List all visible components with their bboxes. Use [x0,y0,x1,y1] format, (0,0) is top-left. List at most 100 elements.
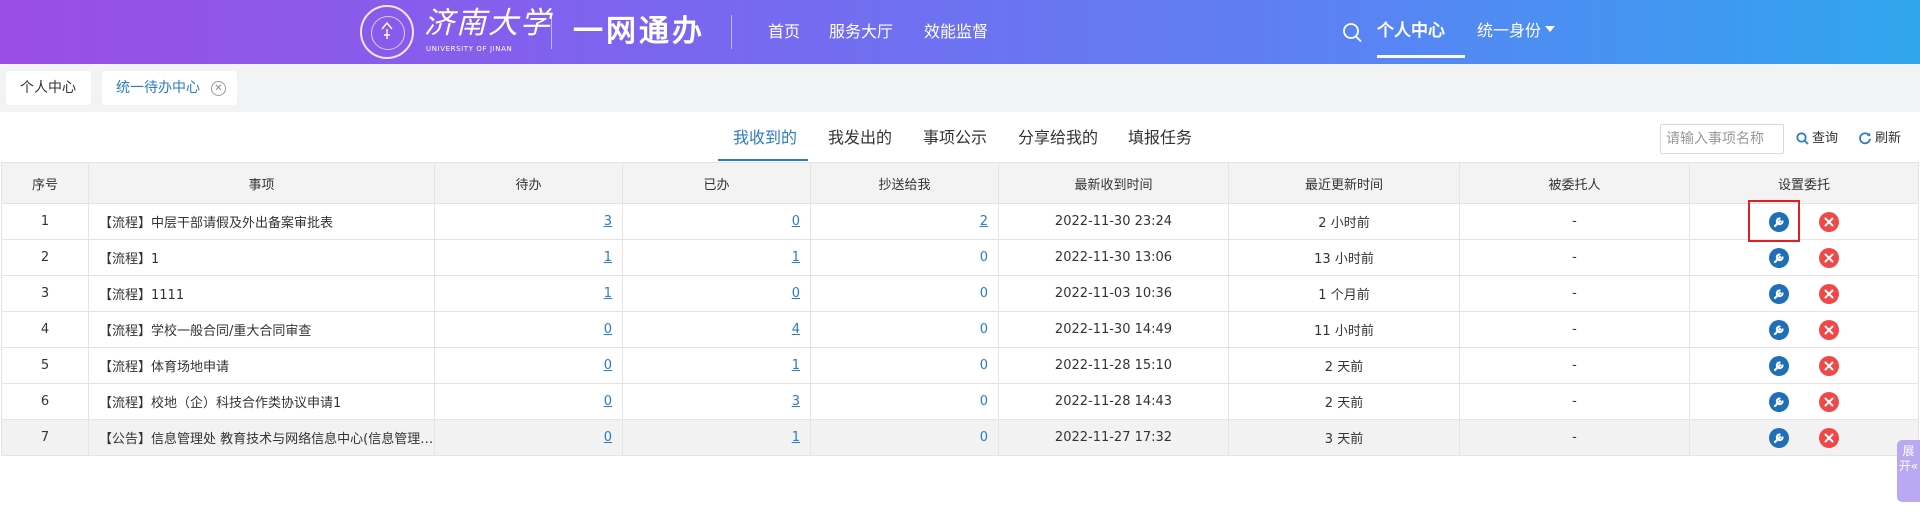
active-nav-underline [1377,55,1465,58]
nav-personal-center[interactable]: 个人中心 [1377,19,1445,43]
done-count-cell: 0 [622,275,811,312]
delegate-actions [1689,311,1919,348]
wrench-icon[interactable] [1769,391,1789,412]
close-icon[interactable] [1819,427,1839,448]
nav-efficiency-supervision[interactable]: 效能监督 [924,20,988,44]
page-tab-label: 统一待办中心 [116,80,200,96]
row-item-title[interactable]: 【公告】信息管理处 教育技术与网络信息中心(信息管理处 ... [88,419,435,456]
page-tab-todo-center[interactable]: 统一待办中心 ✕ [102,71,237,105]
query-button[interactable]: 查询 [1796,128,1838,150]
table-row: 2 【流程】1 1 1 0 2022-11-30 13:06 13 小时前 - [1,239,1919,276]
page-tab-personal-center[interactable]: 个人中心 [6,71,91,105]
tab-received[interactable]: 我收到的 [733,126,797,150]
column-header: 事项 [88,162,435,204]
column-header: 抄送给我 [810,162,999,204]
todo-count-link[interactable]: 0 [604,394,612,409]
wrench-icon[interactable] [1769,427,1789,448]
cc-count-cell: 0 [810,239,999,276]
done-count-link[interactable]: 3 [792,394,800,409]
refresh-button[interactable]: 刷新 [1858,128,1901,150]
wrench-icon[interactable] [1769,355,1789,376]
cc-count-text: 0 [979,286,988,301]
todo-count-link[interactable]: 1 [604,286,612,301]
nav-service-hall[interactable]: 服务大厅 [829,20,893,44]
todo-count-link[interactable]: 3 [604,214,612,229]
todo-count-link[interactable]: 0 [604,322,612,337]
received-time: 2022-11-30 13:06 [998,239,1229,276]
received-time: 2022-11-30 14:49 [998,311,1229,348]
close-icon[interactable] [1819,319,1839,340]
todo-count-link[interactable]: 1 [604,250,612,265]
table-header-row: 序号 事项 待办 已办 抄送给我 最新收到时间 最近更新时间 被委托人 设置委托 [1,162,1919,204]
received-time: 2022-11-28 15:10 [998,347,1229,384]
table-row: 7 【公告】信息管理处 教育技术与网络信息中心(信息管理处 ... 0 1 0 … [1,419,1919,456]
close-icon[interactable]: ✕ [211,81,226,96]
delegate-actions [1689,419,1919,456]
todo-count-cell: 0 [434,347,623,384]
cc-count-text: 0 [979,250,988,265]
row-item-title[interactable]: 【流程】体育场地申请 [88,347,435,384]
cc-count-cell: 0 [810,347,999,384]
row-number: 4 [1,311,89,348]
row-item-title[interactable]: 【流程】1 [88,239,435,276]
cc-count-cell: 0 [810,419,999,456]
row-item-title[interactable]: 【流程】校地（企）科技合作类协议申请1 [88,383,435,420]
row-item-title[interactable]: 【流程】中层干部请假及外出备案审批表 [88,203,435,240]
refresh-icon [1859,132,1871,145]
todo-table: 序号 事项 待办 已办 抄送给我 最新收到时间 最近更新时间 被委托人 设置委托… [1,162,1919,456]
wrench-icon[interactable] [1769,247,1789,268]
updated-time: 13 小时前 [1228,239,1460,276]
column-header: 待办 [434,162,623,204]
delegate: - [1459,275,1690,312]
todo-count-link[interactable]: 0 [604,430,612,445]
tab-public-notice[interactable]: 事项公示 [923,126,987,150]
identity-dropdown[interactable]: 统一身份 [1477,19,1556,43]
column-header: 序号 [1,162,89,204]
university-name: 济南大学 [424,6,552,41]
delegate: - [1459,311,1690,348]
received-time: 2022-11-27 17:32 [998,419,1229,456]
delegate-actions [1689,203,1919,240]
delegate: - [1459,347,1690,384]
highlight-box [1748,200,1800,242]
todo-count-cell: 0 [434,383,623,420]
todo-count-cell: 1 [434,239,623,276]
chevron-down-icon [1545,26,1556,32]
todo-count-link[interactable]: 0 [604,358,612,373]
row-item-title[interactable]: 【流程】1111 [88,275,435,312]
done-count-link[interactable]: 4 [792,322,800,337]
close-icon[interactable] [1819,247,1839,268]
cc-count-link[interactable]: 2 [980,214,988,229]
done-count-link[interactable]: 1 [792,358,800,373]
done-count-cell: 1 [622,239,811,276]
done-count-link[interactable]: 1 [792,250,800,265]
search-icon[interactable] [1342,22,1362,44]
todo-count-cell: 0 [434,419,623,456]
wrench-icon[interactable] [1769,319,1789,340]
tab-fill-tasks[interactable]: 填报任务 [1128,126,1192,150]
done-count-link[interactable]: 0 [792,214,800,229]
updated-time: 2 天前 [1228,383,1460,420]
search-icon [1796,132,1809,145]
tab-shared-with-me[interactable]: 分享给我的 [1018,126,1098,150]
close-icon[interactable] [1819,355,1839,376]
received-time: 2022-11-28 14:43 [998,383,1229,420]
done-count-link[interactable]: 1 [792,430,800,445]
done-count-cell: 0 [622,203,811,240]
wrench-icon[interactable] [1769,283,1789,304]
close-icon[interactable] [1819,211,1839,232]
close-icon[interactable] [1819,283,1839,304]
side-expand-tab[interactable]: 展开« [1897,440,1920,502]
column-header: 设置委托 [1689,162,1919,204]
row-item-title[interactable]: 【流程】学校一般合同/重大合同审查 [88,311,435,348]
done-count-link[interactable]: 0 [792,286,800,301]
table-row: 6 【流程】校地（企）科技合作类协议申请1 0 3 0 2022-11-28 1… [1,383,1919,420]
row-number: 7 [1,419,89,456]
updated-time: 2 天前 [1228,347,1460,384]
nav-home[interactable]: 首页 [768,20,800,44]
received-time: 2022-11-30 23:24 [998,203,1229,240]
tab-sent[interactable]: 我发出的 [828,126,892,150]
table-row: 1 【流程】中层干部请假及外出备案审批表 3 0 2 2022-11-30 23… [1,203,1919,240]
item-search-input[interactable] [1660,124,1784,154]
close-icon[interactable] [1819,391,1839,412]
